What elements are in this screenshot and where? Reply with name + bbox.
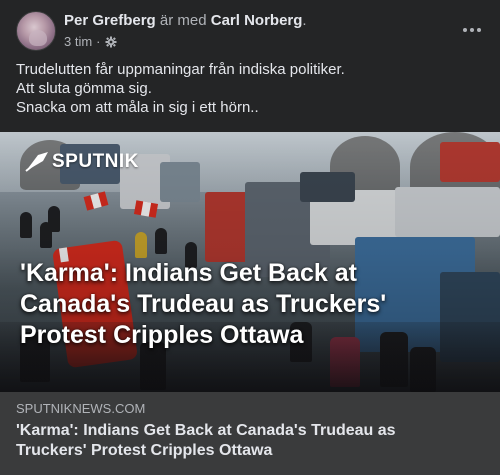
link-title-line: Truckers' Protest Cripples Ottawa — [16, 442, 273, 459]
tagged-person[interactable]: Carl Norberg — [211, 12, 303, 29]
time-separator: · — [96, 34, 101, 49]
feed-post: Per Grefberg är med Carl Norberg. 3 tim … — [0, 0, 500, 475]
message-line: Trudelutten får uppmaningar från indiska… — [16, 61, 345, 78]
post-message: Trudelutten får uppmaningar från indiska… — [16, 60, 486, 117]
more-options-button[interactable] — [460, 18, 484, 42]
tagged-suffix: . — [302, 12, 307, 29]
image-headline-line: 'Karma': Indians Get Back at — [20, 259, 357, 287]
author-name[interactable]: Per Grefberg — [64, 12, 156, 29]
sputnik-logo-text: SPUTNIK — [52, 151, 139, 172]
link-title-line: 'Karma': Indians Get Back at Canada's Tr… — [16, 422, 396, 439]
author-line: Per Grefberg är med Carl Norberg. — [64, 12, 307, 29]
sputnik-satellite-icon — [25, 152, 48, 172]
post-time[interactable]: 3 tim — [64, 34, 92, 49]
author-avatar[interactable] — [16, 11, 56, 51]
gear-icon[interactable] — [105, 36, 117, 48]
more-horizontal-icon — [463, 28, 481, 32]
link-preview-footer[interactable]: SPUTNIKNEWS.COM 'Karma': Indians Get Bac… — [0, 392, 500, 475]
post-header: Per Grefberg är med Carl Norberg. 3 tim … — [0, 0, 500, 56]
link-domain: SPUTNIKNEWS.COM — [16, 401, 146, 416]
image-headline: 'Karma': Indians Get Back at Canada's Tr… — [20, 258, 490, 351]
sputnik-logo: SPUTNIK — [24, 151, 139, 173]
link-preview-image[interactable]: SPUTNIK 'Karma': Indians Get Back at Can… — [0, 132, 500, 392]
with-text: är med — [159, 12, 207, 29]
message-line: Snacka om att måla in sig i ett hörn.. — [16, 99, 259, 116]
image-headline-line: Canada's Trudeau as Truckers' — [20, 290, 387, 318]
post-meta: 3 tim · — [64, 34, 117, 49]
link-title: 'Karma': Indians Get Back at Canada's Tr… — [16, 421, 486, 461]
message-line: Att sluta gömma sig. — [16, 80, 152, 97]
image-headline-line: Protest Cripples Ottawa — [20, 321, 304, 349]
